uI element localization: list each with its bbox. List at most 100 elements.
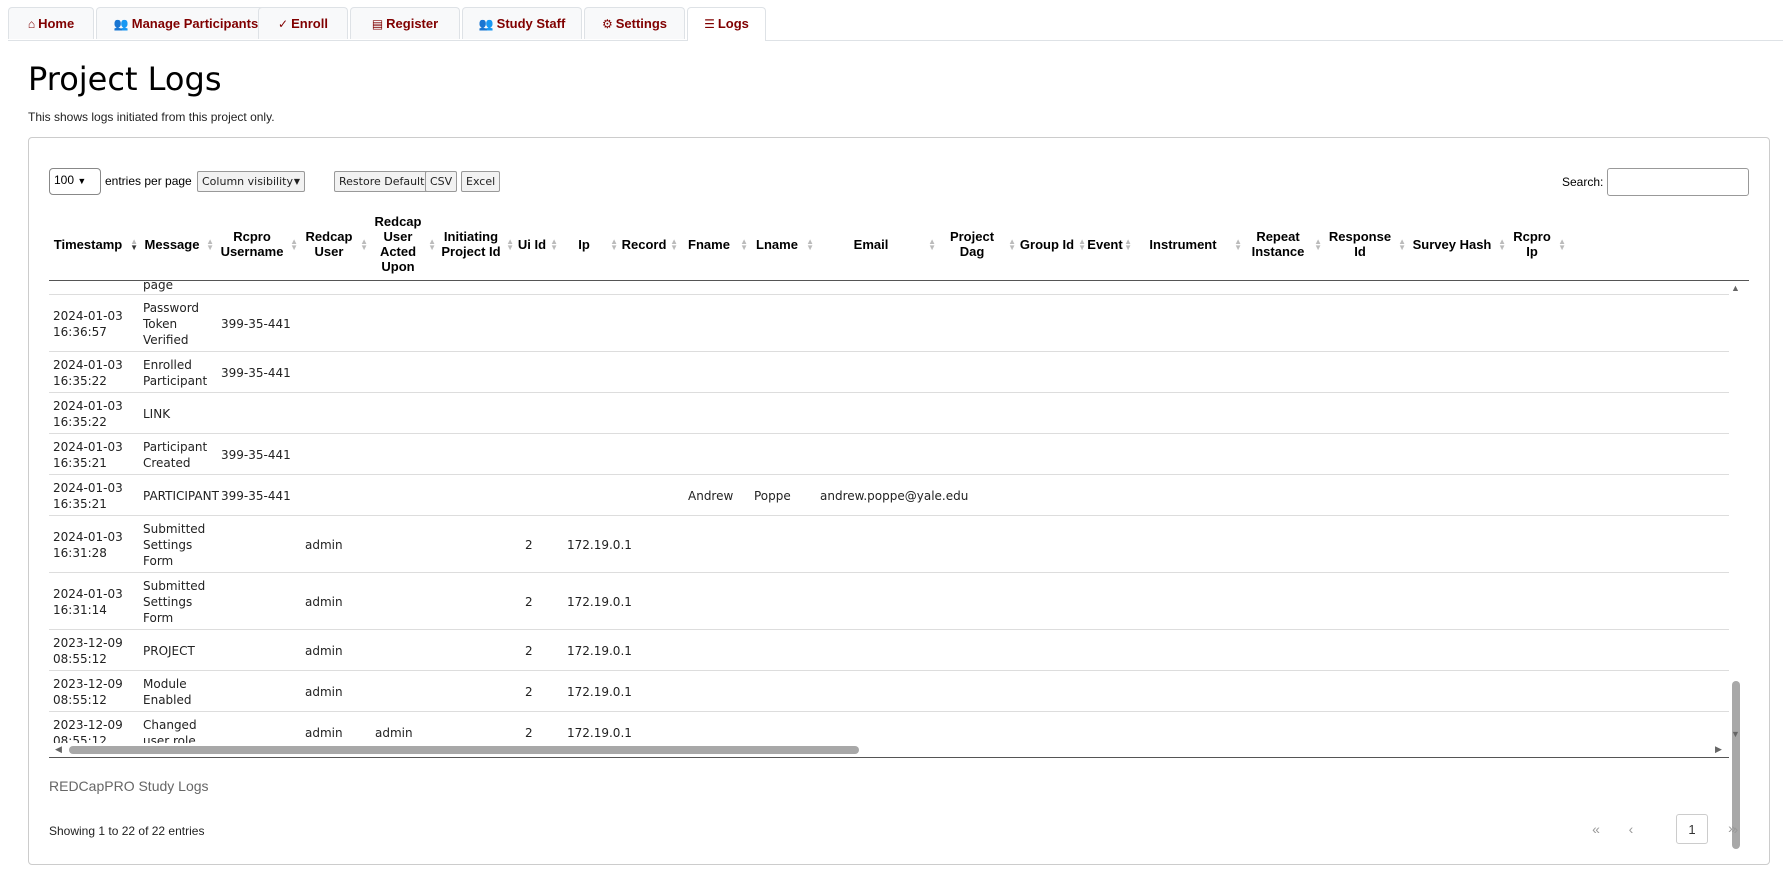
cell-lname: Poppe xyxy=(754,488,791,503)
sort-icon: ▲ ▼ xyxy=(360,237,368,252)
column-header-project-dag[interactable]: Project Dag ▲ ▼ xyxy=(939,208,1019,280)
column-header-ui-id[interactable]: Ui Id ▲ ▼ xyxy=(517,208,561,280)
cell-redcap-user xyxy=(305,352,369,393)
tab-manage-participants[interactable]: 👥 Manage Participants xyxy=(96,7,276,39)
tab-settings[interactable]: ⚙ Settings xyxy=(584,7,685,39)
table-row[interactable]: 2024-01-03 16:31:14 Submitted Settings Fo… xyxy=(49,573,1729,630)
cell-acted-upon: admin xyxy=(375,725,413,740)
restore-default-button[interactable]: Restore Default xyxy=(334,171,430,192)
column-header-record[interactable]: Record ▲ ▼ xyxy=(621,208,681,280)
cell-rcpro-username xyxy=(221,630,301,671)
scroll-right-icon[interactable]: ▶ xyxy=(1715,744,1722,755)
column-header-redcap-user[interactable]: Redcap User ▲ ▼ xyxy=(301,208,371,280)
pagination-previous[interactable]: ‹ xyxy=(1621,814,1641,844)
cell-timestamp: 2024-01-03 16:35:21 xyxy=(53,439,123,470)
column-header-label: Redcap User Acted Upon xyxy=(374,214,422,274)
sort-desc-icon: ▲ ▼ xyxy=(130,237,138,252)
table-row[interactable]: 2024-01-03 16:35:22 Enrolled Participant 3… xyxy=(49,352,1729,393)
cell-message: Enrolled Participant xyxy=(143,357,208,388)
cell-rcpro-username: 399-35-441 xyxy=(221,447,291,462)
tab-label: Logs xyxy=(717,16,749,31)
column-header-rcpro-username[interactable]: Rcpro Username ▲ ▼ xyxy=(217,208,301,280)
cell-rcpro-username xyxy=(221,573,301,630)
table-row[interactable]: 2024-01-03 16:36:57 Password Token Verifi… xyxy=(49,295,1729,352)
sort-icon: ▲ ▼ xyxy=(610,237,618,252)
pagination-first[interactable]: « xyxy=(1586,814,1606,844)
tab-study-staff[interactable]: 👥 Study Staff xyxy=(462,7,582,39)
pagination-page-1[interactable]: 1 xyxy=(1676,814,1708,844)
table-info: Showing 1 to 22 of 22 entries xyxy=(49,824,205,838)
column-header-message[interactable]: Message ▲ ▼ xyxy=(141,208,217,280)
horizontal-scrollbar[interactable]: ◀ ▶ xyxy=(49,743,1729,758)
table-row[interactable]: 2024-01-03 16:35:21 PARTICIPANT 399-35-441… xyxy=(49,475,1729,516)
cell-fname xyxy=(688,352,752,393)
column-header-instrument[interactable]: Instrument ▲ ▼ xyxy=(1135,208,1245,280)
cell-acted-upon xyxy=(375,475,439,516)
pagination-last[interactable]: » xyxy=(1722,813,1742,843)
cell-redcap-user xyxy=(305,434,369,475)
id-card-icon: ▤ xyxy=(371,17,384,31)
cell-fname: Andrew xyxy=(688,488,734,503)
horizontal-scroll-thumb[interactable] xyxy=(69,746,859,754)
column-header-label: Event xyxy=(1087,236,1123,252)
cell-timestamp: 2024-01-03 16:31:28 xyxy=(53,529,123,560)
column-header-timestamp[interactable]: Timestamp ▲ ▼ xyxy=(49,208,141,280)
column-header-ip[interactable]: Ip ▲ ▼ xyxy=(561,208,621,280)
tab-label: Home xyxy=(38,16,75,31)
table-row[interactable]: 2023-12-09 08:55:12 Changed user role admi… xyxy=(49,712,1729,744)
cell-ui-id xyxy=(525,475,555,516)
table-row[interactable]: 2024-01-03 16:35:21 Participant Created 39… xyxy=(49,434,1729,475)
column-header-email[interactable]: Email ▲ ▼ xyxy=(817,208,939,280)
excel-button[interactable]: Excel xyxy=(461,171,501,192)
table-row[interactable]: 2024-01-03 16:35:22 LINK xyxy=(49,393,1729,434)
cell-acted-upon xyxy=(375,671,439,712)
cell-message: Submitted Settings Form xyxy=(143,521,206,568)
users-icon: 👥 xyxy=(478,17,494,31)
cell-acted-upon xyxy=(375,516,439,573)
table-row: page xyxy=(49,281,1729,295)
tab-register[interactable]: ▤ Register xyxy=(350,7,460,39)
sort-icon: ▲ ▼ xyxy=(1314,237,1322,252)
tab-logs[interactable]: ☰ Logs xyxy=(687,7,766,41)
page-subtitle: This shows logs initiated from this proj… xyxy=(28,110,275,124)
scroll-up-icon[interactable]: ▲ xyxy=(1731,283,1740,293)
tab-label: Study Staff xyxy=(496,16,566,31)
column-header-response-id[interactable]: Response Id ▲ ▼ xyxy=(1325,208,1409,280)
csv-button[interactable]: CSV xyxy=(425,171,458,192)
house-icon: ⌂ xyxy=(27,17,36,31)
cell-message: Participant Created xyxy=(143,439,208,470)
column-header-event[interactable]: Event ▲ ▼ xyxy=(1087,208,1135,280)
table-row[interactable]: 2024-01-03 16:31:28 Submitted Settings Fo… xyxy=(49,516,1729,573)
column-header-lname[interactable]: Lname ▲ ▼ xyxy=(751,208,817,280)
cell-lname xyxy=(754,516,814,573)
cell-rcpro-username: 399-35-441 xyxy=(221,365,291,380)
sort-icon: ▲ ▼ xyxy=(806,237,814,252)
cell-ui-id xyxy=(525,295,555,352)
column-header-redcap-user-acted-upon[interactable]: Redcap User Acted Upon ▲ ▼ xyxy=(371,208,439,280)
table-row[interactable]: 2023-12-09 08:55:12 PROJECT admin 2 172.19.0… xyxy=(49,630,1729,671)
scroll-down-icon[interactable]: ▼ xyxy=(1731,729,1740,739)
column-header-repeat-instance[interactable]: Repeat Instance ▲ ▼ xyxy=(1245,208,1325,280)
table-row[interactable]: 2023-12-09 08:55:12 Module Enabled admin 2 1… xyxy=(49,671,1729,712)
cell-timestamp: 2024-01-03 16:36:57 xyxy=(53,308,123,339)
column-header-label: Initiating Project Id xyxy=(441,229,501,259)
tab-home[interactable]: ⌂ Home xyxy=(8,7,94,39)
column-header-group-id[interactable]: Group Id ▲ ▼ xyxy=(1019,208,1089,280)
column-header-label: Lname xyxy=(756,236,798,252)
scroll-left-icon[interactable]: ◀ xyxy=(55,744,62,755)
column-header-initiating-project-id[interactable]: Initiating Project Id ▲ ▼ xyxy=(439,208,517,280)
tab-enroll[interactable]: ✓ Enroll xyxy=(258,7,348,39)
search-input[interactable] xyxy=(1607,168,1749,196)
cell-lname xyxy=(754,393,814,434)
cell-redcap-user: admin xyxy=(305,537,343,552)
entries-per-page-select[interactable]: 100 ▼ xyxy=(49,168,101,195)
vertical-scrollbar[interactable]: ▲ ▼ xyxy=(1729,281,1743,849)
cell-message: PROJECT xyxy=(143,643,195,658)
column-header-survey-hash[interactable]: Survey Hash ▲ ▼ xyxy=(1409,208,1509,280)
column-header-label: Rcpro Username xyxy=(220,229,284,259)
cell-redcap-user: admin xyxy=(305,684,343,699)
cell-timestamp: 2023-12-09 08:55:12 xyxy=(53,676,123,707)
column-header-fname[interactable]: Fname ▲ ▼ xyxy=(681,208,751,280)
column-header-rcpro-ip[interactable]: Rcpro Ip ▲ ▼ xyxy=(1509,208,1569,280)
column-visibility-button[interactable]: Column visibility ▼ xyxy=(197,171,305,192)
